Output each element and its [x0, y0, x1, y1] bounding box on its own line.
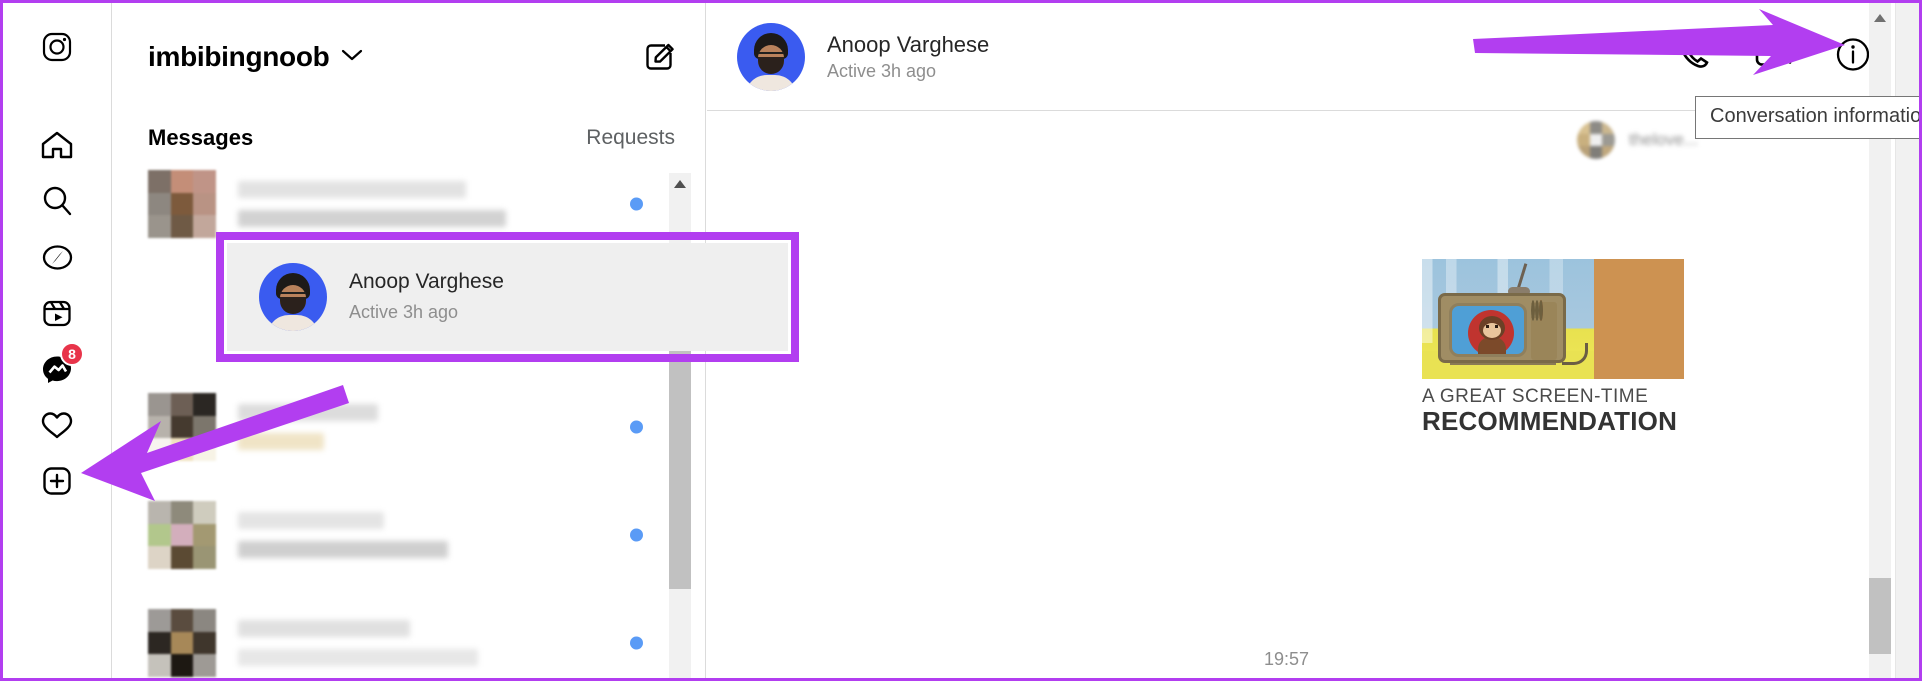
conversation-list-pane: imbibingnoob Messages Requests Anoop Var…: [113, 3, 799, 678]
shared-media-caption: A GREAT SCREEN-TIME RECOMMENDATION: [1422, 379, 1684, 435]
conversation-status: Active 3h ago: [827, 60, 937, 81]
retro-tv-illustration: [1422, 259, 1594, 379]
messenger-unread-badge: 8: [60, 342, 84, 366]
unread-dot: [630, 528, 643, 542]
blurred-avatar: [148, 170, 216, 238]
message-timestamp-value: 19:57: [1263, 649, 1310, 669]
explore-compass-icon[interactable]: [29, 229, 85, 285]
avatar: [737, 22, 805, 91]
tab-messages[interactable]: Messages: [148, 125, 253, 151]
heart-icon[interactable]: [29, 397, 85, 453]
message-timestamp: 19:57: [707, 649, 1919, 670]
conversation-information-icon[interactable]: [1835, 36, 1871, 77]
chevron-down-icon[interactable]: [341, 48, 363, 67]
blurred-text: [238, 512, 448, 558]
shared-media-images: [1422, 259, 1684, 379]
blurred-avatar: [148, 609, 216, 677]
blurred-avatar: [1577, 121, 1615, 159]
conversation-header: Anoop Varghese Active 3h ago: [707, 3, 1919, 111]
create-plus-icon[interactable]: [29, 453, 85, 509]
audio-call-icon[interactable]: [1677, 36, 1713, 77]
video-call-icon[interactable]: [1755, 39, 1793, 74]
instagram-logo-icon[interactable]: [29, 19, 85, 75]
shared-media-card[interactable]: A GREAT SCREEN-TIME RECOMMENDATION: [1422, 259, 1684, 435]
conversation-title: Anoop Varghese: [827, 31, 990, 57]
scrollbar-thumb[interactable]: [1869, 578, 1891, 654]
shared-media-caption-line-1: A GREAT SCREEN-TIME: [1422, 386, 1649, 407]
blurred-avatar: [148, 501, 216, 569]
list-item[interactable]: [113, 481, 706, 589]
reels-icon[interactable]: [29, 285, 85, 341]
shared-media-caption-line-2: RECOMMENDATION: [1422, 406, 1678, 436]
conversation-list-header: imbibingnoob: [113, 3, 705, 111]
instagram-direct-messages-window: 8 imbibingnoob Messages Requests Anoop V…: [0, 0, 1922, 681]
conversation-header-actions: [1677, 36, 1871, 77]
conversation-user-text: Anoop Varghese Active 3h ago: [827, 32, 989, 82]
account-switcher[interactable]: imbibingnoob: [148, 41, 363, 73]
new-message-pencil-icon[interactable]: [643, 40, 677, 74]
list-item[interactable]: [113, 373, 706, 481]
search-icon[interactable]: [29, 173, 85, 229]
list-item[interactable]: [113, 589, 706, 678]
left-navigation-rail: 8: [3, 3, 112, 678]
conversation-list-tabs: Messages Requests: [113, 111, 705, 165]
tab-requests[interactable]: Requests: [586, 126, 675, 150]
incoming-message-sender: thelove...: [1577, 121, 1698, 159]
blurred-sender-name: thelove...: [1629, 130, 1698, 149]
unread-dot: [630, 420, 643, 434]
tooltip-conversation-information: Conversation information: [1695, 96, 1919, 139]
shared-media-second-thumbnail: [1594, 259, 1684, 379]
unread-dot: [630, 197, 643, 211]
highlight-box-selected-conversation: [216, 232, 799, 362]
blurred-text: [238, 620, 478, 666]
blurred-text: [238, 404, 378, 450]
blurred-text: [238, 181, 506, 227]
account-username: imbibingnoob: [148, 41, 330, 72]
conversation-user[interactable]: Anoop Varghese Active 3h ago: [737, 22, 989, 91]
messenger-icon[interactable]: 8: [29, 341, 85, 397]
scroll-up-arrow-icon[interactable]: [669, 173, 691, 195]
conversation-message-area: thelove... A GREAT SCREEN-TIME RECOMMEND…: [707, 3, 1919, 678]
unread-dot: [630, 636, 643, 650]
home-icon[interactable]: [29, 117, 85, 173]
blurred-avatar: [148, 393, 216, 461]
scroll-up-arrow-icon[interactable]: [1869, 7, 1891, 29]
